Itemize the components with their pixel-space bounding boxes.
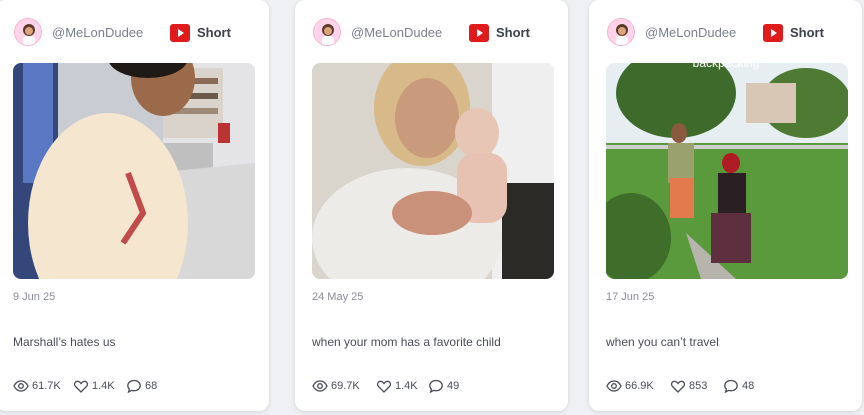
post-header: @MeLonDudee Short: [313, 18, 554, 48]
post-type-label: Short: [197, 25, 231, 40]
post-card[interactable]: @MeLonDudee Short: [295, 0, 568, 411]
post-date: 9 Jun 25: [13, 291, 56, 303]
youtube-icon: [170, 24, 190, 42]
post-header: @MeLonDudee Short: [607, 18, 848, 48]
views-count: 66.9K: [625, 380, 654, 392]
post-card[interactable]: @MeLonDudee Short: [0, 0, 269, 411]
youtube-icon: [763, 24, 783, 42]
thumbnail-overlay-text: backpacking: [693, 63, 760, 70]
post-date: 24 May 25: [312, 291, 364, 303]
comments-count: 48: [742, 380, 755, 392]
post-type-label: Short: [790, 25, 824, 40]
views-count: 69.7K: [331, 380, 360, 392]
heart-icon: [376, 380, 392, 393]
post-caption: Marshall’s hates us: [13, 335, 116, 349]
video-thumbnail[interactable]: backpacking: [606, 63, 848, 279]
author-handle[interactable]: @MeLonDudee: [52, 25, 143, 40]
youtube-icon: [469, 24, 489, 42]
eye-icon: [606, 380, 622, 392]
comments-count: 68: [145, 380, 158, 392]
heart-icon: [670, 380, 686, 393]
likes-count: 1.4K: [92, 380, 115, 392]
views-count: 61.7K: [32, 380, 61, 392]
post-date: 17 Jun 25: [606, 291, 655, 303]
posts-grid: @MeLonDudee Short 9 Jun 25 Marshall’s ha…: [0, 0, 864, 415]
post-caption: when your mom has a favorite child: [312, 335, 501, 349]
likes-count: 1.4K: [395, 380, 418, 392]
author-handle[interactable]: @MeLonDudee: [645, 25, 736, 40]
likes-count: 853: [689, 380, 708, 392]
author-handle[interactable]: @MeLonDudee: [351, 25, 442, 40]
heart-icon: [73, 380, 89, 393]
avatar[interactable]: [607, 18, 635, 46]
avatar[interactable]: [14, 18, 42, 46]
post-caption: when you can’t travel: [606, 335, 719, 349]
comments-count: 49: [447, 380, 460, 392]
post-header: @MeLonDudee Short: [14, 18, 255, 48]
eye-icon: [13, 380, 29, 392]
video-thumbnail[interactable]: [312, 63, 554, 279]
post-type-label: Short: [496, 25, 530, 40]
post-card[interactable]: @MeLonDudee Short: [589, 0, 862, 411]
comment-icon: [724, 379, 738, 394]
avatar[interactable]: [313, 18, 341, 46]
eye-icon: [312, 380, 328, 392]
comment-icon: [127, 379, 141, 394]
video-thumbnail[interactable]: [13, 63, 255, 279]
comment-icon: [429, 379, 443, 394]
